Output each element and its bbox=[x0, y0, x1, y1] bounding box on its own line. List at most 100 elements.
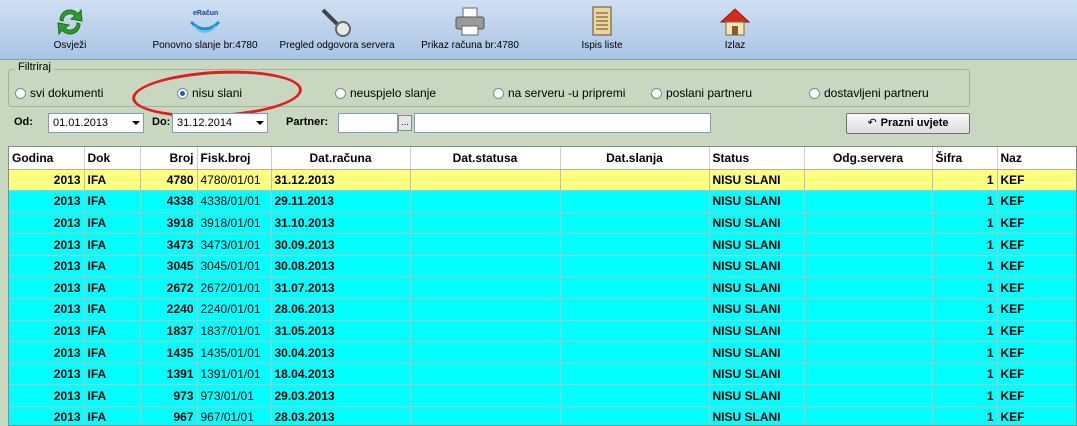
show-invoice-button[interactable]: Prikaz računa br:4780 bbox=[412, 4, 528, 58]
table-cell: 4338/01/01 bbox=[197, 190, 272, 213]
column-header[interactable]: Broj bbox=[140, 147, 198, 170]
table-cell bbox=[410, 169, 561, 192]
table-cell bbox=[804, 341, 933, 364]
table-cell: KEF bbox=[997, 384, 1076, 408]
table-row[interactable]: 2013 IFA 1435 1435/01/01 30.04.2013 NISU SLAN… bbox=[9, 341, 1076, 364]
column-header[interactable]: Godina bbox=[9, 147, 85, 170]
to-label: Do: bbox=[152, 116, 171, 128]
eracun-logo-icon: eRačun bbox=[189, 10, 221, 33]
table-cell: 1837 bbox=[140, 320, 198, 343]
table-cell bbox=[804, 255, 933, 278]
table-cell: 2013 bbox=[9, 406, 85, 425]
radio-delivered-to-partner[interactable]: dostavljeni partneru bbox=[809, 86, 929, 100]
table-cell: 1 bbox=[932, 298, 998, 321]
table-cell: IFA bbox=[84, 406, 141, 425]
invoice-table: Godina Dok Broj Fisk.broj Dat.računa Dat.stat… bbox=[9, 147, 1076, 425]
table-row[interactable]: 2013 IFA 2240 2240/01/01 28.06.2013 NISU SLAN… bbox=[9, 298, 1076, 321]
table-cell: IFA bbox=[84, 384, 141, 408]
table-cell bbox=[410, 406, 561, 425]
clear-filters-button[interactable]: ↶ Prazni uvjete bbox=[846, 113, 970, 134]
table-cell: KEF bbox=[997, 276, 1076, 300]
chevron-down-icon[interactable] bbox=[256, 121, 264, 125]
table-cell bbox=[804, 233, 933, 256]
print-list-button[interactable]: Ispis liste bbox=[572, 4, 632, 58]
table-cell bbox=[560, 298, 710, 321]
radio-label: na serveru -u pripremi bbox=[508, 86, 626, 100]
table-row[interactable]: 2013 IFA 2672 2672/01/01 31.07.2013 NISU SLAN… bbox=[9, 276, 1076, 300]
table-cell: 2240/01/01 bbox=[197, 298, 272, 321]
table-cell bbox=[410, 255, 561, 278]
exit-button[interactable]: Izlaz bbox=[712, 4, 758, 58]
table-cell: 3918 bbox=[140, 212, 198, 235]
table-cell: IFA bbox=[84, 233, 141, 256]
table-cell: 29.03.2013 bbox=[271, 384, 411, 408]
table-row[interactable]: 2013 IFA 3473 3473/01/01 30.09.2013 NISU SLAN… bbox=[9, 233, 1076, 256]
table-cell: 1391/01/01 bbox=[197, 363, 272, 386]
column-header[interactable]: Status bbox=[709, 147, 805, 170]
table-row[interactable]: 2013 IFA 4338 4338/01/01 29.11.2013 NISU SLAN… bbox=[9, 190, 1076, 213]
table-cell: NISU SLANI bbox=[709, 190, 805, 213]
resend-button[interactable]: eRačun Ponovno slanje br:4780 bbox=[140, 4, 270, 58]
table-cell bbox=[560, 255, 710, 278]
invoice-grid[interactable]: Godina Dok Broj Fisk.broj Dat.računa Dat.stat… bbox=[8, 146, 1077, 426]
table-cell: 967 bbox=[140, 406, 198, 425]
table-cell: KEF bbox=[997, 255, 1076, 278]
to-date-combo[interactable]: 31.12.2014 bbox=[172, 113, 268, 133]
table-cell: IFA bbox=[84, 363, 141, 386]
table-cell: IFA bbox=[84, 190, 141, 213]
document-list-icon bbox=[592, 6, 612, 36]
radio-on-server-pending[interactable]: na serveru -u pripremi bbox=[493, 86, 625, 100]
table-cell bbox=[560, 320, 710, 343]
column-header[interactable]: Dat.slanja bbox=[560, 147, 710, 170]
table-row[interactable]: 2013 IFA 3045 3045/01/01 30.08.2013 NISU SLAN… bbox=[9, 255, 1076, 278]
table-row[interactable]: 2013 IFA 3918 3918/01/01 31.10.2013 NISU SLAN… bbox=[9, 212, 1076, 235]
table-cell: 1 bbox=[932, 212, 998, 235]
column-header[interactable]: Dat.statusa bbox=[410, 147, 561, 170]
table-cell: IFA bbox=[84, 255, 141, 278]
column-header[interactable]: Šifra bbox=[932, 147, 998, 170]
chevron-down-icon[interactable] bbox=[132, 121, 140, 125]
table-cell: 3473/01/01 bbox=[197, 233, 272, 256]
table-cell: 1 bbox=[932, 406, 998, 425]
column-header[interactable]: Odg.servera bbox=[804, 147, 933, 170]
partner-name-input[interactable] bbox=[414, 113, 711, 133]
table-cell: KEF bbox=[997, 169, 1076, 192]
table-cell: KEF bbox=[997, 298, 1076, 321]
radio-sent-to-partner[interactable]: poslani partneru bbox=[651, 86, 752, 100]
table-cell: 1 bbox=[932, 190, 998, 213]
table-cell: 31.05.2013 bbox=[271, 320, 411, 343]
table-cell: 2013 bbox=[9, 320, 85, 343]
table-row[interactable]: 2013 IFA 1391 1391/01/01 18.04.2013 NISU SLAN… bbox=[9, 363, 1076, 386]
table-row[interactable]: 2013 IFA 967 967/01/01 28.03.2013 NISU SLANI 1… bbox=[9, 406, 1076, 425]
column-header[interactable]: Naz bbox=[997, 147, 1076, 170]
table-cell: NISU SLANI bbox=[709, 320, 805, 343]
refresh-button[interactable]: Osvježi bbox=[44, 4, 96, 58]
table-cell: NISU SLANI bbox=[709, 363, 805, 386]
table-cell: 1 bbox=[932, 233, 998, 256]
table-cell bbox=[804, 212, 933, 235]
table-cell: 2013 bbox=[9, 276, 85, 300]
table-cell bbox=[410, 298, 561, 321]
table-row[interactable]: 2013 IFA 4780 4780/01/01 31.12.2013 NISU SLAN… bbox=[9, 169, 1076, 192]
column-header[interactable]: Fisk.broj bbox=[197, 147, 272, 170]
table-cell: NISU SLANI bbox=[709, 384, 805, 408]
partner-browse-button[interactable]: ... bbox=[398, 115, 412, 131]
server-response-button[interactable]: Pregled odgovora servera bbox=[273, 4, 401, 58]
table-cell: 1 bbox=[932, 384, 998, 408]
partner-code-input[interactable] bbox=[338, 113, 398, 133]
refresh-icon bbox=[57, 8, 83, 36]
from-date-combo[interactable]: 01.01.2013 bbox=[48, 113, 144, 133]
table-cell: 2672/01/01 bbox=[197, 276, 272, 300]
table-cell bbox=[804, 406, 933, 425]
table-cell: 1391 bbox=[140, 363, 198, 386]
table-row[interactable]: 2013 IFA 1837 1837/01/01 31.05.2013 NISU SLAN… bbox=[9, 320, 1076, 343]
column-header[interactable]: Dok bbox=[84, 147, 141, 170]
radio-all-documents[interactable]: svi dokumenti bbox=[15, 86, 103, 100]
radio-label: svi dokumenti bbox=[30, 86, 104, 100]
table-cell: 3918/01/01 bbox=[197, 212, 272, 235]
table-cell: NISU SLANI bbox=[709, 298, 805, 321]
exit-label: Izlaz bbox=[724, 40, 746, 51]
table-row[interactable]: 2013 IFA 973 973/01/01 29.03.2013 NISU SLANI 1… bbox=[9, 384, 1076, 408]
radio-send-failed[interactable]: neuspjelo slanje bbox=[335, 86, 436, 100]
column-header[interactable]: Dat.računa bbox=[271, 147, 411, 170]
